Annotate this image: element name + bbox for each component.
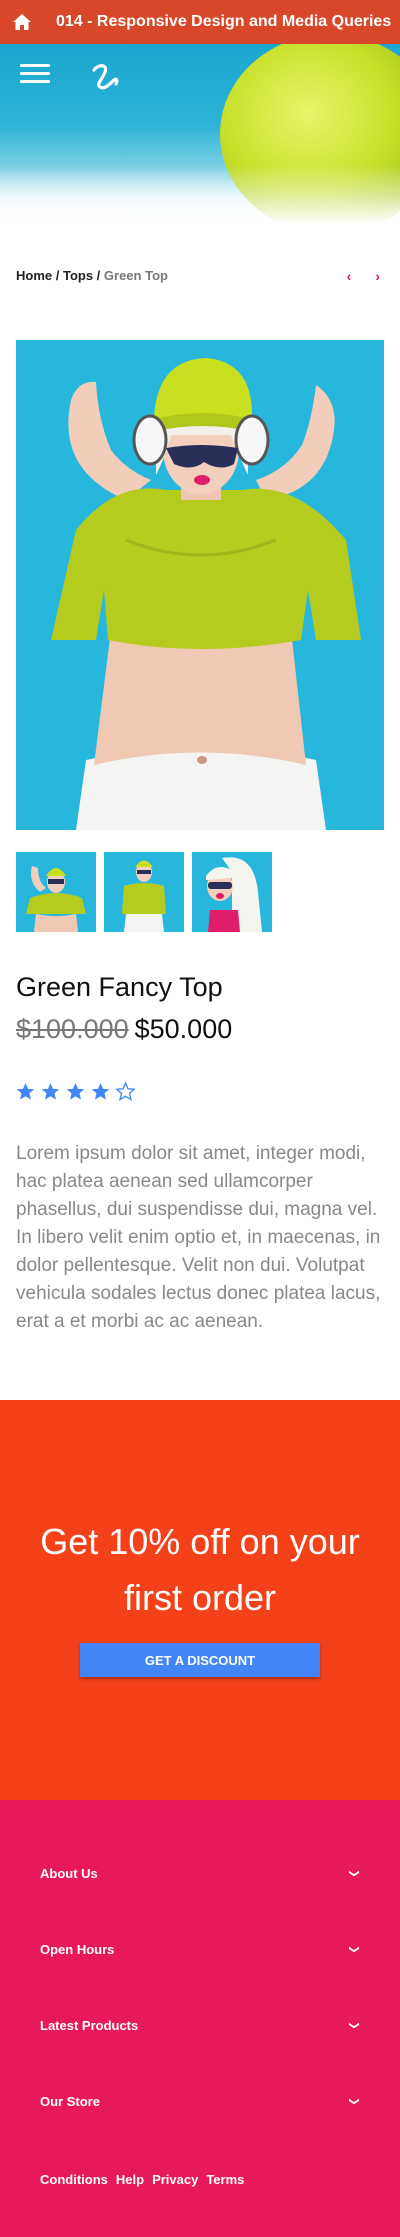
product-nav: ‹ › bbox=[347, 268, 380, 284]
old-price: $100.000 bbox=[16, 1014, 129, 1044]
footer-section-latest-products[interactable]: Latest Products ❯ bbox=[40, 2018, 360, 2033]
logo-icon[interactable] bbox=[88, 60, 122, 94]
product-description: Lorem ipsum dolor sit amet, integer modi… bbox=[16, 1143, 381, 1332]
star-icon[interactable] bbox=[41, 1082, 60, 1101]
hamburger-menu-icon[interactable] bbox=[20, 64, 50, 88]
product-name: Green Fancy Top bbox=[16, 972, 223, 1002]
footer-link-conditions[interactable]: Conditions bbox=[40, 2172, 108, 2187]
prev-arrow-button[interactable]: ‹ bbox=[347, 268, 352, 284]
product-main-image bbox=[16, 340, 384, 830]
footer-section-label: About Us bbox=[40, 1866, 98, 1881]
home-icon bbox=[13, 14, 31, 30]
footer-section-label: Open Hours bbox=[40, 1942, 115, 1957]
chevron-down-icon: ❯ bbox=[348, 1945, 360, 1954]
breadcrumb-home[interactable]: Home bbox=[16, 268, 52, 283]
breadcrumb-tops[interactable]: Tops bbox=[63, 268, 93, 283]
breadcrumb-current: Green Top bbox=[103, 268, 168, 283]
get-discount-button[interactable]: GET A DISCOUNT bbox=[80, 1643, 320, 1677]
home-button[interactable] bbox=[0, 0, 44, 44]
next-arrow-button[interactable]: › bbox=[375, 268, 380, 284]
thumbnail-1[interactable] bbox=[16, 852, 96, 932]
footer-section-label: Our Store bbox=[40, 2094, 100, 2109]
page-title: 014 - Responsive Design and Media Querie… bbox=[56, 13, 392, 30]
product-prices: $100.000 $50.000 bbox=[16, 1014, 232, 1045]
title-bar: 014 - Responsive Design and Media Querie… bbox=[0, 0, 400, 44]
thumbnail-3[interactable] bbox=[192, 852, 272, 932]
footer-section-open-hours[interactable]: Open Hours ❯ bbox=[40, 1942, 360, 1957]
star-icon[interactable] bbox=[16, 1082, 35, 1101]
footer: About Us ❯ Open Hours ❯ Latest Products … bbox=[0, 1800, 400, 2237]
footer-link-privacy[interactable]: Privacy bbox=[152, 2172, 198, 2187]
promo-section: Get 10% off on your first order GET A DIS… bbox=[0, 1400, 400, 1800]
breadcrumb: Home / Tops / Green Top bbox=[16, 268, 168, 283]
rating-stars bbox=[16, 1082, 135, 1101]
footer-link-terms[interactable]: Terms bbox=[206, 2172, 244, 2187]
star-icon[interactable] bbox=[66, 1082, 85, 1101]
star-outline-icon[interactable] bbox=[116, 1082, 135, 1101]
footer-section-about-us[interactable]: About Us ❯ bbox=[40, 1866, 360, 1881]
footer-link-help[interactable]: Help bbox=[116, 2172, 144, 2187]
page: 014 - Responsive Design and Media Querie… bbox=[0, 0, 400, 2237]
product-thumbnails bbox=[16, 852, 272, 932]
hero-banner bbox=[0, 44, 400, 224]
star-icon[interactable] bbox=[91, 1082, 110, 1101]
thumbnail-2[interactable] bbox=[104, 852, 184, 932]
chevron-down-icon: ❯ bbox=[348, 2097, 360, 2106]
promo-headline: Get 10% off on your first order bbox=[40, 1521, 360, 1618]
current-price: $50.000 bbox=[134, 1014, 233, 1044]
chevron-down-icon: ❯ bbox=[348, 1869, 360, 1878]
footer-section-our-store[interactable]: Our Store ❯ bbox=[40, 2094, 360, 2109]
footer-section-label: Latest Products bbox=[40, 2018, 139, 2033]
chevron-down-icon: ❯ bbox=[348, 2021, 360, 2030]
footer-links: Conditions Help Privacy Terms bbox=[40, 2172, 244, 2187]
